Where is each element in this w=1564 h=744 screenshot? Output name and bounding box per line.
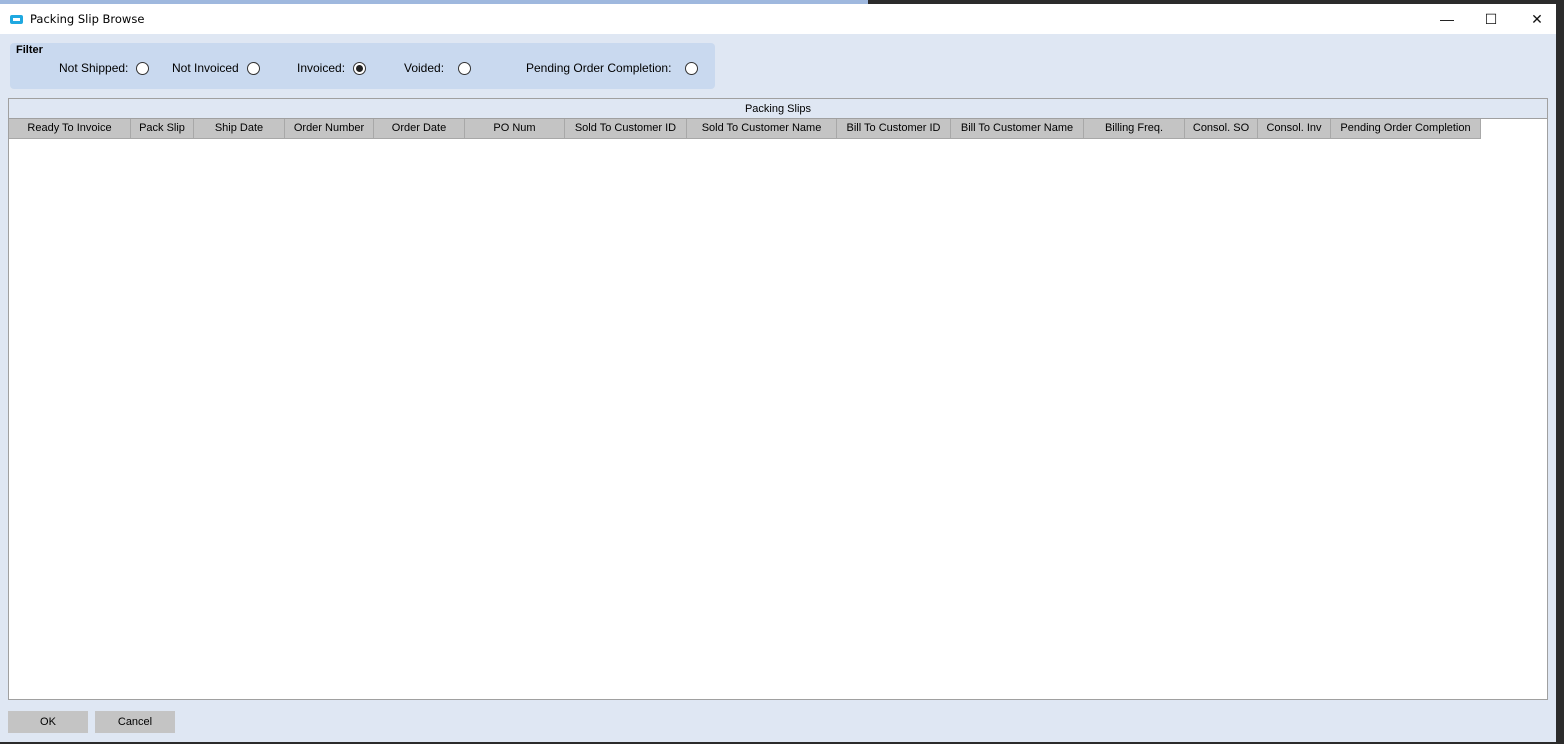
title-bar[interactable]: Packing Slip Browse — ☐ ✕: [0, 4, 1556, 34]
column-header[interactable]: Sold To Customer Name: [687, 119, 837, 139]
column-header[interactable]: Order Date: [374, 119, 465, 139]
radio-not-shipped[interactable]: [136, 61, 150, 75]
filter-pending-order-completion[interactable]: Pending Order Completion:: [526, 61, 699, 75]
cancel-button[interactable]: Cancel: [95, 711, 175, 733]
close-button[interactable]: ✕: [1514, 4, 1560, 34]
column-header[interactable]: Consol. Inv: [1258, 119, 1331, 139]
option-label: Not Shipped:: [59, 61, 129, 75]
column-header[interactable]: Bill To Customer Name: [951, 119, 1084, 139]
filter-label: Filter: [16, 44, 43, 56]
column-header[interactable]: Bill To Customer ID: [837, 119, 951, 139]
column-header[interactable]: Pack Slip: [131, 119, 194, 139]
table-header: Ready To Invoice Pack Slip Ship Date Order …: [9, 119, 1547, 139]
radio-not-invoiced[interactable]: [246, 61, 260, 75]
window-title: Packing Slip Browse: [30, 12, 145, 26]
option-label: Not Invoiced: [172, 61, 239, 75]
option-label: Invoiced:: [297, 61, 346, 75]
maximize-button[interactable]: ☐: [1468, 4, 1514, 34]
radio-pending-order-completion[interactable]: [685, 61, 699, 75]
app-icon: [10, 14, 23, 24]
filter-voided[interactable]: Voided:: [404, 61, 472, 75]
filter-invoiced[interactable]: Invoiced:: [297, 61, 367, 75]
filter-panel: Filter Not Shipped: Not Invoiced Invoice…: [10, 43, 715, 89]
column-header[interactable]: PO Num: [465, 119, 565, 139]
column-header[interactable]: Billing Freq.: [1084, 119, 1185, 139]
column-header[interactable]: Consol. SO: [1185, 119, 1258, 139]
packing-slips-table[interactable]: Packing Slips Ready To Invoice Pack Slip S…: [8, 98, 1548, 700]
option-label: Pending Order Completion:: [526, 61, 672, 75]
column-header[interactable]: Ship Date: [194, 119, 285, 139]
table-caption: Packing Slips: [9, 99, 1547, 119]
ok-button[interactable]: OK: [8, 711, 88, 733]
minimize-button[interactable]: —: [1424, 4, 1470, 34]
column-header[interactable]: Pending Order Completion: [1331, 119, 1481, 139]
packing-slip-browse-window: Packing Slip Browse — ☐ ✕ Filter Not Shi…: [0, 4, 1556, 742]
radio-invoiced[interactable]: [353, 61, 367, 75]
radio-voided[interactable]: [458, 61, 472, 75]
filter-not-invoiced[interactable]: Not Invoiced: [172, 61, 260, 75]
filter-not-shipped[interactable]: Not Shipped:: [59, 61, 150, 75]
option-label: Voided:: [404, 61, 445, 75]
column-header[interactable]: Sold To Customer ID: [565, 119, 687, 139]
column-header[interactable]: Ready To Invoice: [9, 119, 131, 139]
column-header[interactable]: Order Number: [285, 119, 374, 139]
